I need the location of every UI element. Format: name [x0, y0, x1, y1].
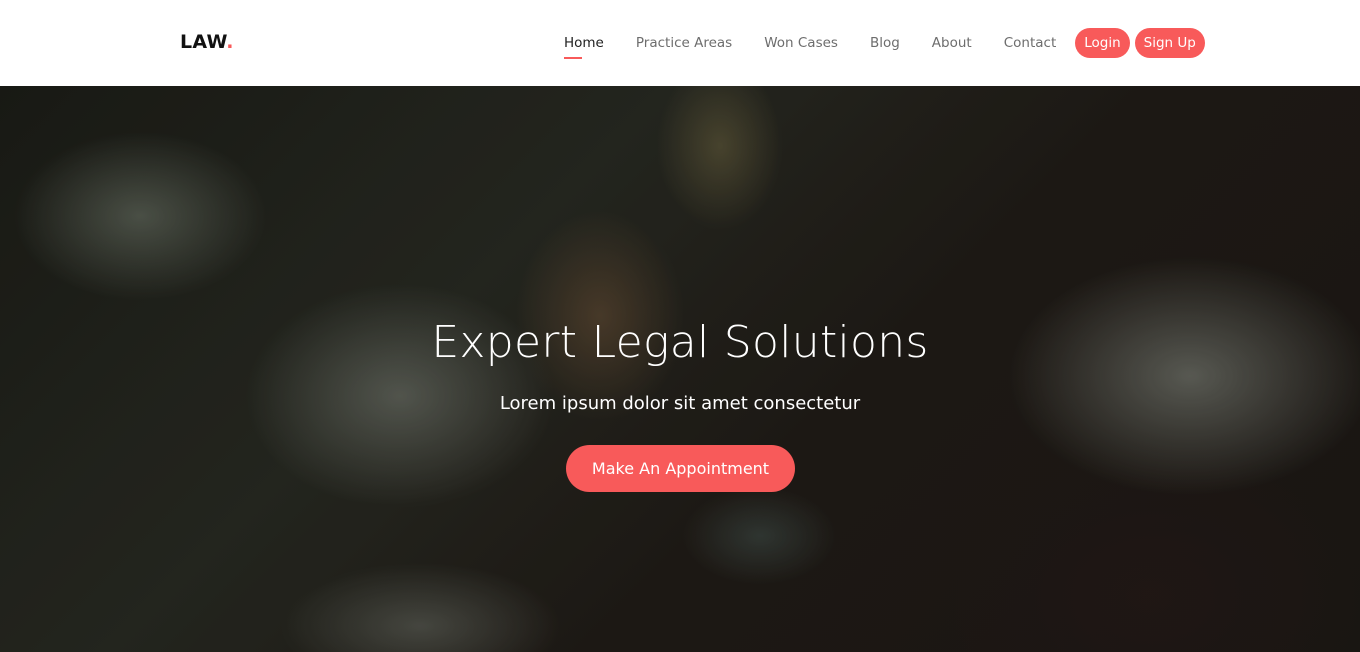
hero-title: Expert Legal Solutions — [431, 317, 929, 368]
main-nav: Home Practice Areas Won Cases Blog About… — [564, 0, 1205, 86]
hero-section: Expert Legal Solutions Lorem ipsum dolor… — [0, 86, 1360, 652]
nav-link-about[interactable]: About — [932, 35, 972, 51]
nav-link-contact[interactable]: Contact — [1004, 35, 1057, 51]
login-button[interactable]: Login — [1075, 28, 1130, 58]
logo-dot: . — [226, 31, 234, 53]
make-appointment-button[interactable]: Make An Appointment — [566, 445, 795, 492]
nav-link-blog[interactable]: Blog — [870, 35, 900, 51]
hero-subtitle: Lorem ipsum dolor sit amet consectetur — [499, 393, 861, 414]
nav-link-won-cases[interactable]: Won Cases — [764, 35, 838, 51]
navbar: LAW. Home Practice Areas Won Cases Blog … — [0, 0, 1360, 86]
signup-button[interactable]: Sign Up — [1134, 28, 1205, 58]
nav-link-practice-areas[interactable]: Practice Areas — [636, 35, 732, 51]
logo[interactable]: LAW. — [180, 31, 234, 53]
logo-text: LAW — [180, 31, 227, 53]
nav-link-home[interactable]: Home — [564, 35, 604, 59]
